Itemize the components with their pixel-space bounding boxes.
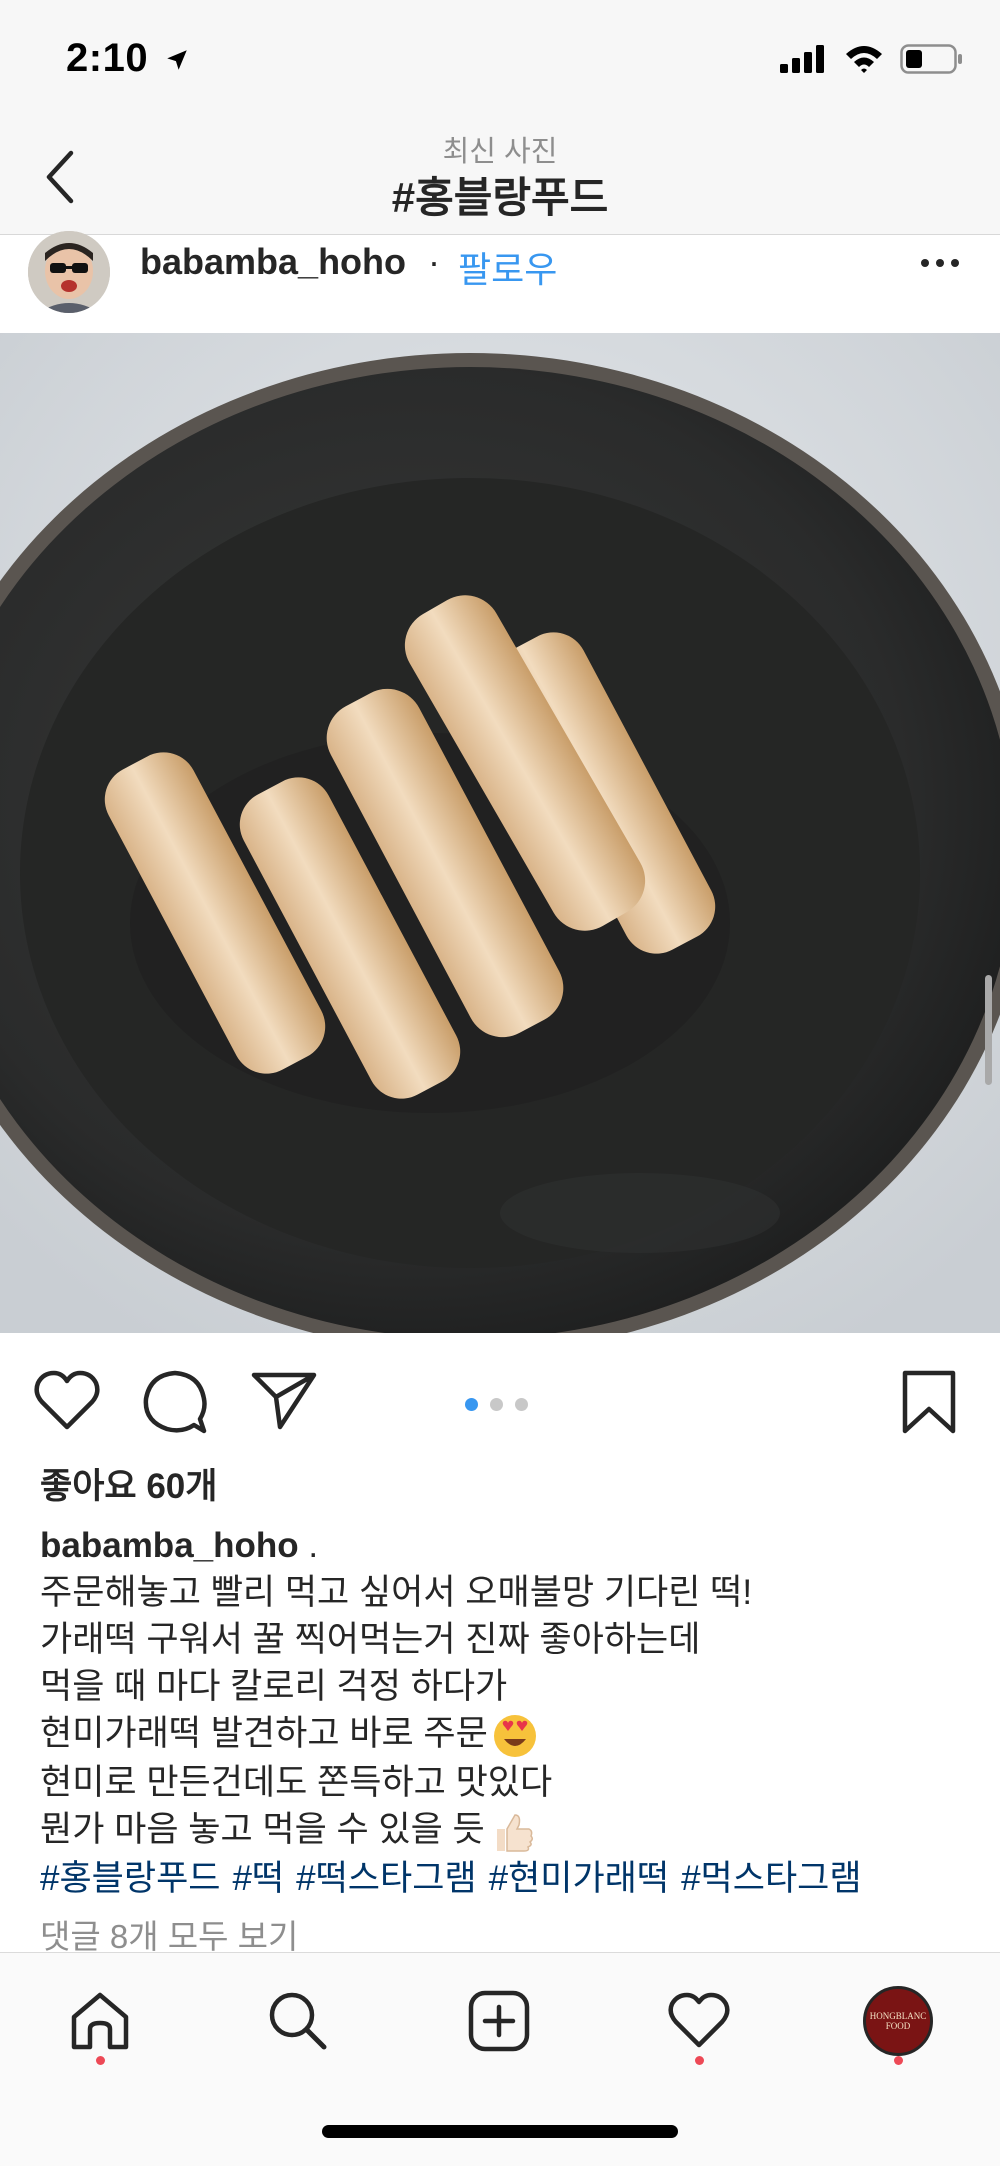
hashtag-link[interactable]: #떡스타그램 bbox=[296, 1859, 476, 1898]
share-button[interactable] bbox=[250, 1369, 318, 1431]
caption-username[interactable]: babamba_hoho bbox=[40, 1526, 299, 1565]
new-post-icon bbox=[468, 1990, 530, 2052]
view-all-comments-link[interactable]: 댓글 8개 모두 보기 bbox=[40, 1910, 298, 1958]
caption-line: 현미로 만든건데도 쫀득하고 맛있다 bbox=[40, 1762, 553, 1802]
hashtag-link[interactable]: #먹스타그램 bbox=[681, 1859, 861, 1898]
status-bar: 2:10 bbox=[0, 0, 1000, 120]
tab-new-post[interactable] bbox=[459, 1981, 539, 2061]
home-indicator bbox=[322, 2125, 678, 2138]
hashtag-link[interactable]: #현미가래떡 bbox=[489, 1859, 669, 1898]
caption-line: 먹을 때 마다 칼로리 걱정 하다가 bbox=[40, 1667, 508, 1706]
activity-notification-dot bbox=[695, 2056, 704, 2065]
carousel-dot bbox=[515, 1398, 528, 1411]
heart-eyes-emoji-icon bbox=[493, 1714, 536, 1757]
tab-activity[interactable] bbox=[659, 1981, 739, 2061]
activity-heart-icon bbox=[668, 1992, 730, 2048]
rice-cake-photo bbox=[0, 333, 1000, 1333]
comment-button[interactable] bbox=[142, 1369, 208, 1435]
location-arrow-icon bbox=[166, 50, 187, 70]
post-caption: babamba_hoho . 주문해놓고 빨리 먹고 싶어서 오매불망 기다린 … bbox=[40, 1522, 970, 1902]
caption-hashtags: #홍블랑푸드 #떡 #떡스타그램 #현미가래떡 #먹스타그램 bbox=[40, 1855, 970, 1902]
caption-line-with-emoji: 뭔가 마음 놓고 먹을 수 있을 듯 bbox=[40, 1806, 970, 1855]
tab-search[interactable] bbox=[258, 1981, 338, 2061]
like-button[interactable] bbox=[32, 1369, 102, 1433]
caption-suffix: . bbox=[298, 1526, 319, 1565]
likes-count[interactable]: 좋아요 60개 bbox=[40, 1458, 217, 1509]
status-time-text: 2:10 bbox=[66, 36, 149, 80]
follow-button[interactable]: 팔로우 bbox=[458, 241, 557, 293]
battery-icon bbox=[900, 44, 962, 74]
caption-line: 주문해놓고 빨리 먹고 싶어서 오매불망 기다린 떡! bbox=[40, 1573, 753, 1612]
status-time: 2:10 bbox=[66, 36, 190, 81]
carousel-indicator bbox=[465, 1398, 528, 1411]
heart-icon bbox=[34, 1370, 100, 1430]
profile-notification-dot bbox=[894, 2056, 903, 2065]
caption-line-with-emoji: 현미가래떡 발견하고 바로 주문 bbox=[40, 1710, 970, 1759]
thumbs-up-emoji-icon bbox=[496, 1813, 533, 1852]
caption-line-text: 현미가래떡 발견하고 바로 주문 bbox=[40, 1714, 488, 1753]
more-options-button[interactable] bbox=[910, 243, 970, 283]
comment-icon bbox=[143, 1370, 207, 1434]
hashtag-link[interactable]: #떡 bbox=[232, 1859, 284, 1898]
hashtag-link[interactable]: #홍블랑푸드 bbox=[40, 1859, 220, 1898]
action-bar bbox=[0, 1333, 1000, 1453]
user-avatar-image bbox=[28, 231, 110, 313]
send-icon bbox=[251, 1372, 317, 1430]
carousel-dot-active bbox=[465, 1398, 478, 1411]
caption-line-text: 뭔가 마음 놓고 먹을 수 있을 듯 bbox=[40, 1809, 485, 1849]
post-photo[interactable] bbox=[0, 333, 1000, 1333]
scroll-indicator[interactable] bbox=[985, 975, 992, 1085]
home-icon bbox=[71, 1992, 129, 2050]
post-header: babamba_hoho · 팔로우 bbox=[0, 231, 1000, 330]
cellular-signal-icon bbox=[780, 45, 824, 73]
tab-profile[interactable]: HONGBLANC FOOD bbox=[858, 1981, 938, 2061]
more-dot bbox=[936, 259, 944, 267]
profile-avatar: HONGBLANC FOOD bbox=[863, 1986, 933, 2056]
bookmark-icon bbox=[902, 1370, 956, 1434]
tab-home[interactable] bbox=[60, 1981, 140, 2061]
home-notification-dot bbox=[96, 2056, 105, 2065]
separator-dot: · bbox=[428, 241, 440, 282]
nav-header: 최신 사진 #홍블랑푸드 bbox=[0, 120, 1000, 235]
search-icon bbox=[269, 1992, 327, 2050]
carousel-dot bbox=[490, 1398, 503, 1411]
status-indicators bbox=[780, 44, 964, 74]
more-dot bbox=[951, 259, 959, 267]
post-username[interactable]: babamba_hoho bbox=[140, 241, 406, 283]
avatar[interactable] bbox=[28, 231, 110, 313]
page-title: #홍블랑푸드 bbox=[391, 174, 609, 221]
wifi-icon bbox=[846, 46, 882, 73]
save-button[interactable] bbox=[900, 1369, 958, 1435]
caption-line: 가래떡 구워서 꿀 찍어먹는거 진짜 좋아하는데 bbox=[40, 1620, 701, 1659]
more-dot bbox=[921, 259, 929, 267]
caption-header: babamba_hoho . bbox=[40, 1522, 970, 1569]
